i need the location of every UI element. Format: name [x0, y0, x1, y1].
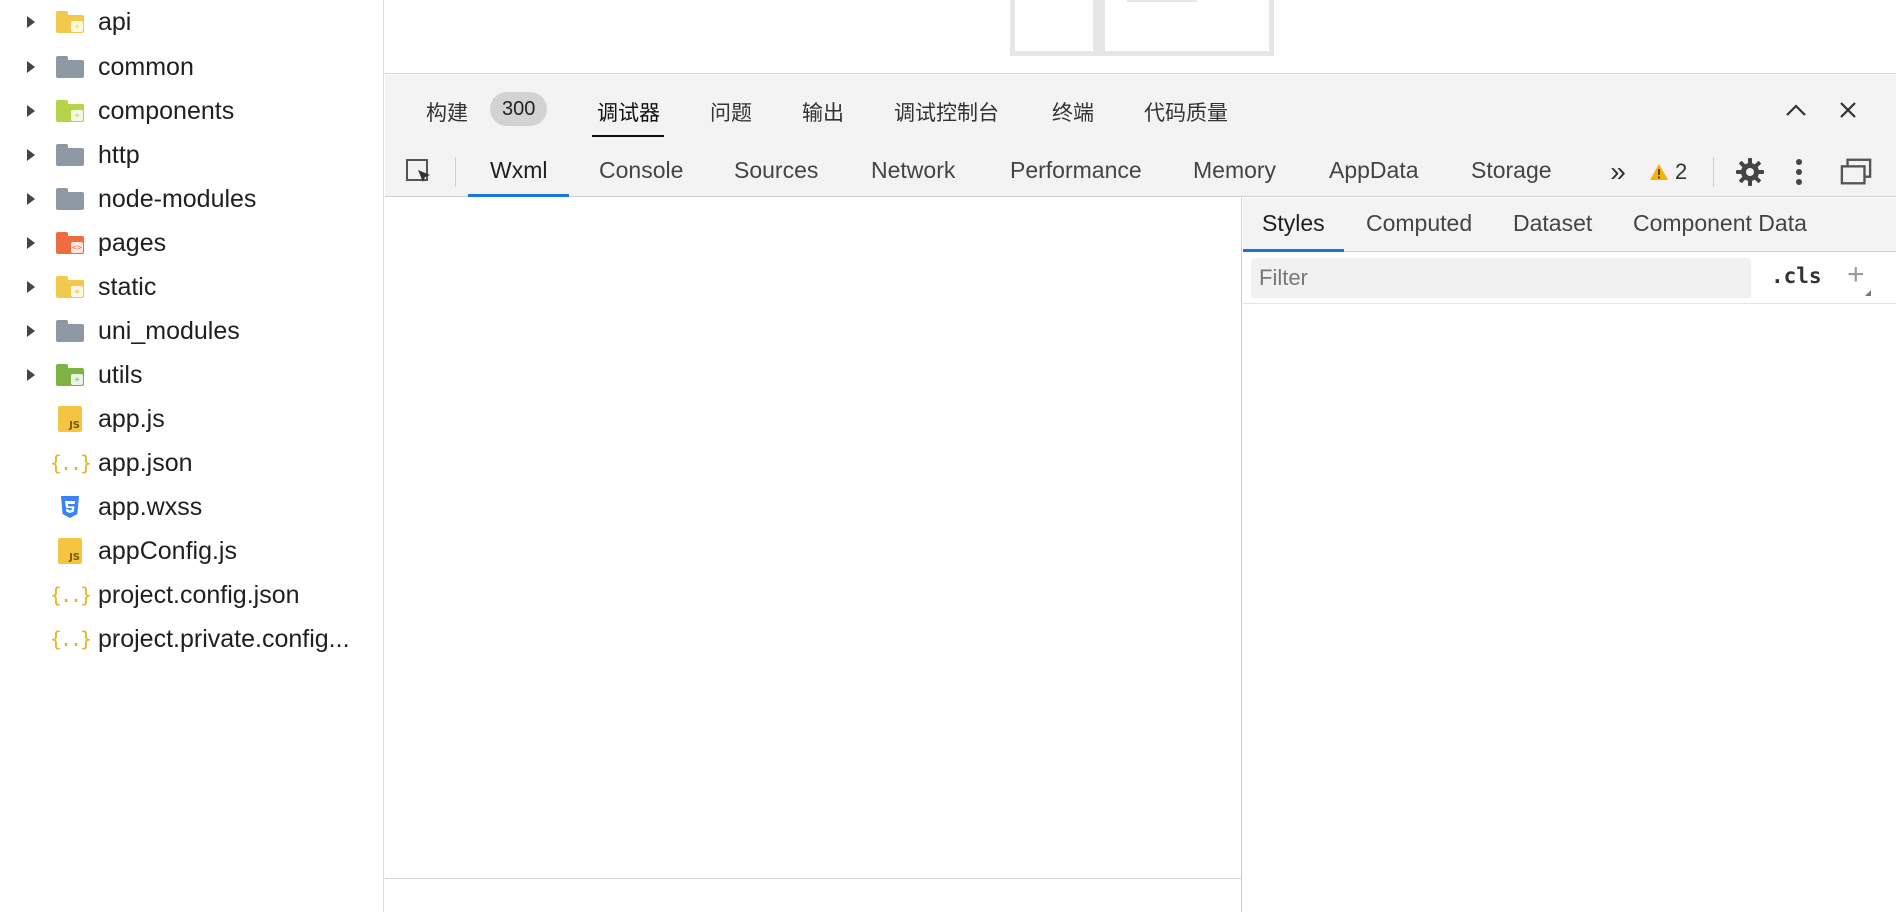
bottom-panel-tabs: 构建 300 调试器 问题 输出 调试控制台 终端 代码质量 [385, 75, 1896, 147]
devtools-tab-network[interactable]: Network [849, 147, 977, 197]
folder-icon: + [56, 8, 84, 36]
expand-caret-icon[interactable] [27, 369, 35, 381]
tab-debugger[interactable]: 调试器 [592, 97, 664, 137]
tree-folder-node-modules[interactable]: node-modules [0, 177, 384, 221]
cls-toggle-button[interactable]: .cls [1771, 264, 1822, 288]
tree-folder-http[interactable]: http [0, 133, 384, 177]
folder-name: utils [98, 360, 143, 389]
expand-caret-icon[interactable] [27, 61, 35, 73]
close-panel-icon[interactable] [1833, 95, 1863, 125]
folder-icon: <> [56, 229, 84, 257]
tree-file-project-config-json[interactable]: {..} project.config.json [0, 573, 384, 617]
folder-icon [56, 317, 84, 345]
devtools-tab-appdata[interactable]: AppData [1307, 147, 1441, 197]
folder-icon: ≡ [56, 273, 84, 301]
devtools-tab-console[interactable]: Console [577, 147, 705, 197]
folder-name: uni_modules [98, 316, 240, 345]
devtools-tab-wxml[interactable]: Wxml [468, 147, 570, 197]
expand-caret-icon[interactable] [27, 281, 35, 293]
expand-caret-icon[interactable] [27, 16, 35, 28]
styles-sidebar: Styles Computed Dataset Component Data .… [1243, 198, 1896, 912]
tree-folder-api[interactable]: + api [0, 0, 384, 44]
tree-file-app-js[interactable]: JS app.js [0, 397, 384, 441]
warning-icon [1650, 164, 1668, 180]
tree-folder-utils[interactable]: + utils [0, 353, 384, 397]
tree-folder-pages[interactable]: <> pages [0, 221, 384, 265]
expand-caret-icon[interactable] [27, 105, 35, 117]
expand-caret-icon[interactable] [27, 149, 35, 161]
tab-dataset[interactable]: Dataset [1494, 198, 1611, 252]
css-file-icon [56, 493, 84, 521]
folder-name: static [98, 272, 157, 301]
tab-output[interactable]: 输出 [802, 97, 844, 127]
expand-caret-icon[interactable] [27, 193, 35, 205]
json-file-icon: {..} [49, 627, 92, 651]
folder-name: components [98, 96, 235, 125]
devtools-tab-memory[interactable]: Memory [1171, 147, 1298, 197]
simulator-preview [385, 0, 1896, 74]
folder-name: http [98, 140, 140, 169]
folder-name: common [98, 52, 194, 81]
preview-image-placeholder [1010, 0, 1274, 56]
collapse-panel-icon[interactable] [1781, 95, 1811, 125]
tree-folder-components[interactable]: + components [0, 89, 384, 133]
more-tabs-icon[interactable]: » [1602, 156, 1634, 188]
undock-window-icon[interactable] [1840, 156, 1872, 188]
styles-filter-row: .cls + [1243, 252, 1896, 304]
file-explorer: + api common + components http node-modu… [0, 0, 384, 912]
file-name: app.json [98, 448, 193, 477]
file-name: app.wxss [98, 492, 203, 521]
tree-folder-common[interactable]: common [0, 45, 384, 89]
tree-folder-static[interactable]: ≡ static [0, 265, 384, 309]
js-file-icon: JS [56, 405, 84, 433]
expand-caret-icon[interactable] [27, 237, 35, 249]
expand-caret-icon[interactable] [27, 325, 35, 337]
folder-icon [56, 185, 84, 213]
tab-terminal[interactable]: 终端 [1052, 97, 1094, 127]
tab-debug-console[interactable]: 调试控制台 [894, 97, 999, 127]
devtools-toolbar: Wxml Console Sources Network Performance… [385, 147, 1896, 197]
folder-icon: + [56, 361, 84, 389]
tree-folder-uni-modules[interactable]: uni_modules [0, 309, 384, 353]
tree-file-appconfig-js[interactable]: JS appConfig.js [0, 529, 384, 573]
element-picker-icon[interactable] [403, 156, 435, 188]
styles-tab-bar: Styles Computed Dataset Component Data [1243, 198, 1896, 252]
js-file-icon: JS [56, 537, 84, 565]
warnings-indicator[interactable]: 2 [1649, 147, 1687, 197]
file-name: appConfig.js [98, 536, 237, 565]
tab-component-data[interactable]: Component Data [1614, 198, 1826, 252]
folder-icon [56, 53, 84, 81]
devtools-tab-storage[interactable]: Storage [1449, 147, 1574, 197]
folder-icon [56, 141, 84, 169]
warning-count: 2 [1675, 159, 1688, 184]
tree-file-app-wxss[interactable]: app.wxss [0, 485, 384, 529]
tab-computed[interactable]: Computed [1347, 198, 1491, 252]
devtools-tab-sources[interactable]: Sources [712, 147, 840, 197]
add-style-rule-button[interactable]: + [1847, 258, 1871, 296]
tab-styles[interactable]: Styles [1243, 198, 1344, 252]
json-file-icon: {..} [49, 451, 92, 475]
devtools-tab-performance[interactable]: Performance [988, 147, 1164, 197]
tab-problems[interactable]: 问题 [710, 97, 752, 127]
file-name: project.private.config... [98, 624, 350, 653]
folder-name: api [98, 7, 132, 36]
tree-file-project-private-config[interactable]: {..} project.private.config... [0, 617, 384, 661]
file-name: app.js [98, 404, 165, 433]
json-file-icon: {..} [49, 583, 92, 607]
tree-file-app-json[interactable]: {..} app.json [0, 441, 384, 485]
folder-name: pages [98, 228, 167, 257]
tab-build[interactable]: 构建 [426, 97, 468, 127]
more-options-icon[interactable] [1783, 156, 1815, 188]
styles-filter-input[interactable] [1251, 258, 1751, 298]
wxml-tree-pane [385, 198, 1242, 912]
settings-gear-icon[interactable] [1734, 156, 1766, 188]
build-count-badge: 300 [490, 92, 548, 126]
folder-icon: + [56, 97, 84, 125]
tab-code-quality[interactable]: 代码质量 [1144, 97, 1228, 127]
plus-icon: + [1847, 258, 1865, 291]
folder-name: node-modules [98, 184, 257, 213]
file-name: project.config.json [98, 580, 300, 609]
